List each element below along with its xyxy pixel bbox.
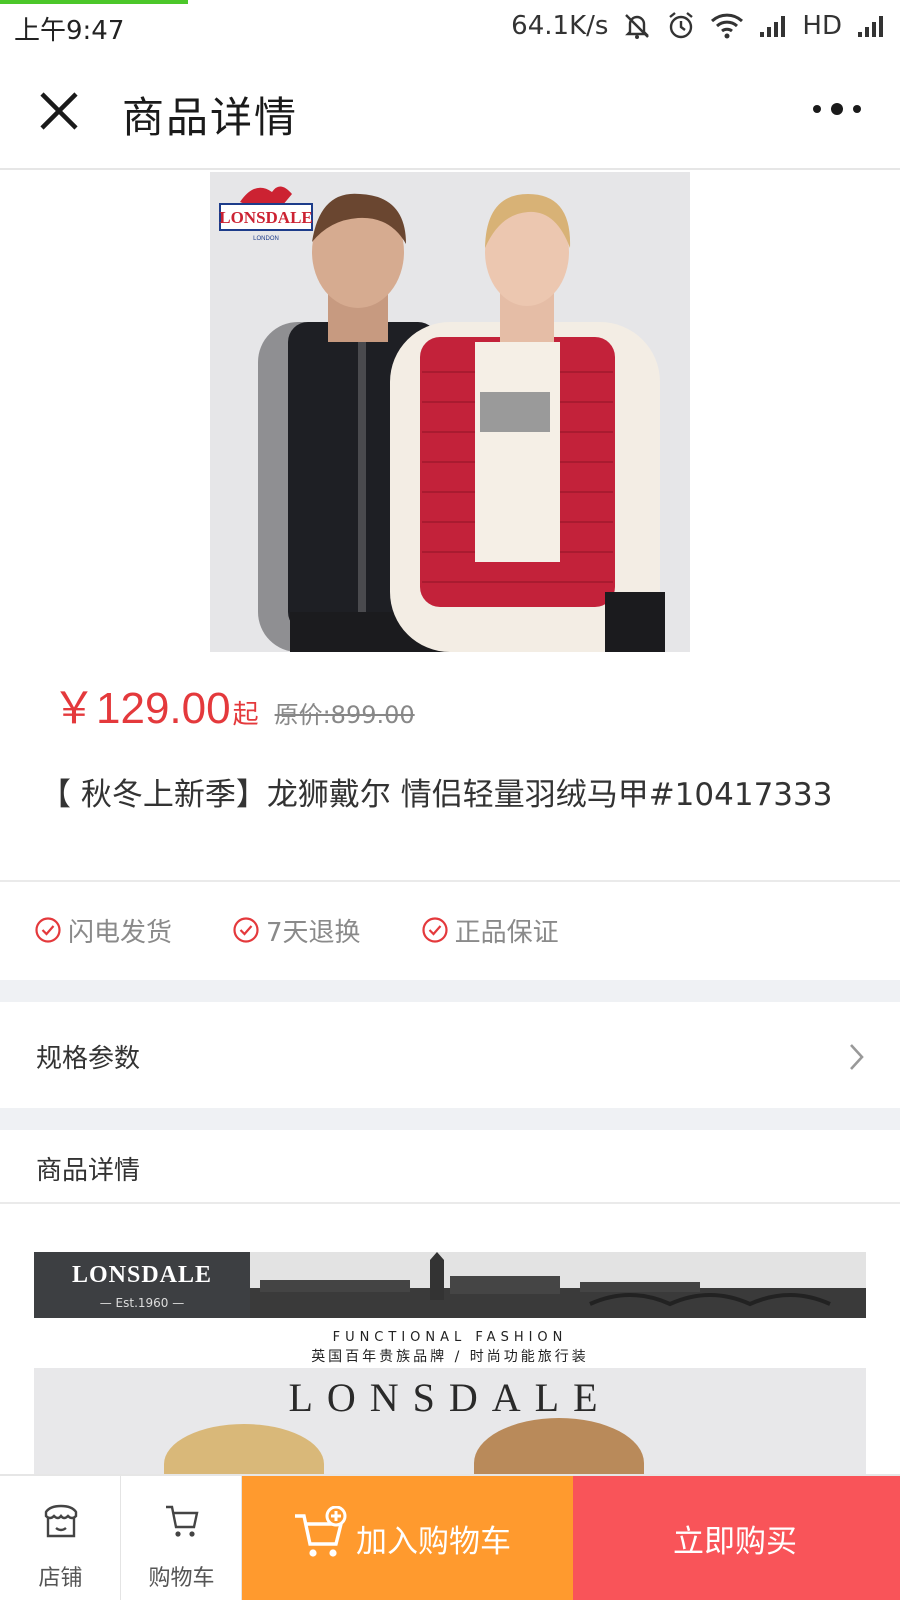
guarantee-item: 7天退换 (232, 912, 361, 949)
nav-bar: 商品详情 (0, 52, 900, 170)
close-icon[interactable] (36, 88, 82, 134)
signal-icon (758, 14, 788, 38)
chevron-right-icon (850, 1044, 864, 1070)
page-title: 商品详情 (122, 93, 299, 142)
cart-button[interactable]: 购物车 (121, 1476, 242, 1600)
check-circle-icon (233, 917, 259, 943)
mute-bell-icon (622, 11, 652, 41)
banner-logo: LONSDALE — Est.1960 — (34, 1252, 250, 1318)
original-price: 原价:899.00 (274, 701, 415, 729)
banner-logo-text: LONSDALE (71, 1262, 213, 1288)
more-icon[interactable] (810, 94, 864, 124)
banner-est: — Est.1960 — (99, 1296, 185, 1310)
section-gap (0, 980, 900, 1002)
store-icon (44, 1504, 78, 1538)
hd-indicator: HD (802, 11, 842, 41)
net-speed: 64.1K/s (511, 11, 609, 41)
product-hero-image[interactable]: LONSDALE LONDON (210, 172, 690, 652)
shop-label: 店铺 (38, 1566, 83, 1591)
price-row: ￥129.00 起 原价:899.00 (52, 672, 415, 733)
bottom-action-bar: 店铺 购物车 加入购物车 立即购买 (0, 1474, 900, 1600)
page-load-progress (0, 0, 188, 4)
status-bar: 上午9:47 64.1K/s HD (0, 0, 900, 52)
page: 上午9:47 64.1K/s HD 商品详情 LONSDALE LONDON ￥… (0, 0, 900, 1600)
buy-now-button[interactable]: 立即购买 (573, 1476, 900, 1600)
model-hair (474, 1418, 644, 1478)
section-gap (0, 1108, 900, 1130)
city-skyline-image (250, 1252, 866, 1318)
add-to-cart-icon (295, 1506, 347, 1557)
check-circle-icon (421, 917, 448, 943)
divider (0, 1202, 900, 1204)
check-circle-icon (35, 917, 61, 943)
functional-fashion-text: FUNCTIONAL FASHION (332, 1330, 568, 1345)
model-hair (164, 1424, 324, 1478)
detail-model-image: LONSDALE (34, 1368, 866, 1478)
guarantee-item: 闪电发货 (34, 912, 172, 949)
guarantee-label: 闪电发货 (68, 917, 173, 948)
guarantee-label: 7天退换 (266, 917, 361, 948)
status-icons: 64.1K/s HD (511, 10, 886, 42)
guarantee-row: 闪电发货 7天退换 正品保证 (0, 882, 900, 978)
shop-button[interactable]: 店铺 (0, 1476, 121, 1600)
status-time: 上午9:47 (14, 16, 125, 46)
wifi-icon (710, 12, 744, 40)
add-to-cart-label: 加入购物车 (356, 1524, 511, 1560)
brand-slogan: 英国百年贵族品牌 / 时尚功能旅行装 (311, 1349, 589, 1365)
add-to-cart-button[interactable]: 加入购物车 (242, 1476, 573, 1600)
spec-row[interactable]: 规格参数 (0, 1002, 900, 1108)
price-suffix: 起 (232, 700, 259, 730)
signal-icon (856, 14, 886, 38)
hero-brand-sub: LONDON (253, 236, 279, 242)
guarantee-item: 正品保证 (421, 912, 559, 949)
alarm-icon (666, 11, 696, 41)
detail-header-label: 商品详情 (36, 1156, 141, 1186)
spec-row-label: 规格参数 (36, 1044, 141, 1074)
product-title: 【 秋冬上新季】龙狮戴尔 情侣轻量羽绒马甲#10417333 (40, 777, 833, 813)
guarantee-label: 正品保证 (454, 917, 559, 948)
current-price: ￥129.00 (52, 684, 231, 733)
cart-icon (166, 1505, 199, 1537)
cart-label: 购物车 (148, 1566, 215, 1591)
buy-now-label: 立即购买 (673, 1524, 797, 1560)
detail-banner: LONSDALE — Est.1960 — (34, 1252, 866, 1318)
detail-header: 商品详情 (0, 1130, 900, 1202)
hero-brand-logo: LONSDALE (219, 208, 313, 227)
detail-brand-title: LONSDALE (288, 1375, 612, 1420)
